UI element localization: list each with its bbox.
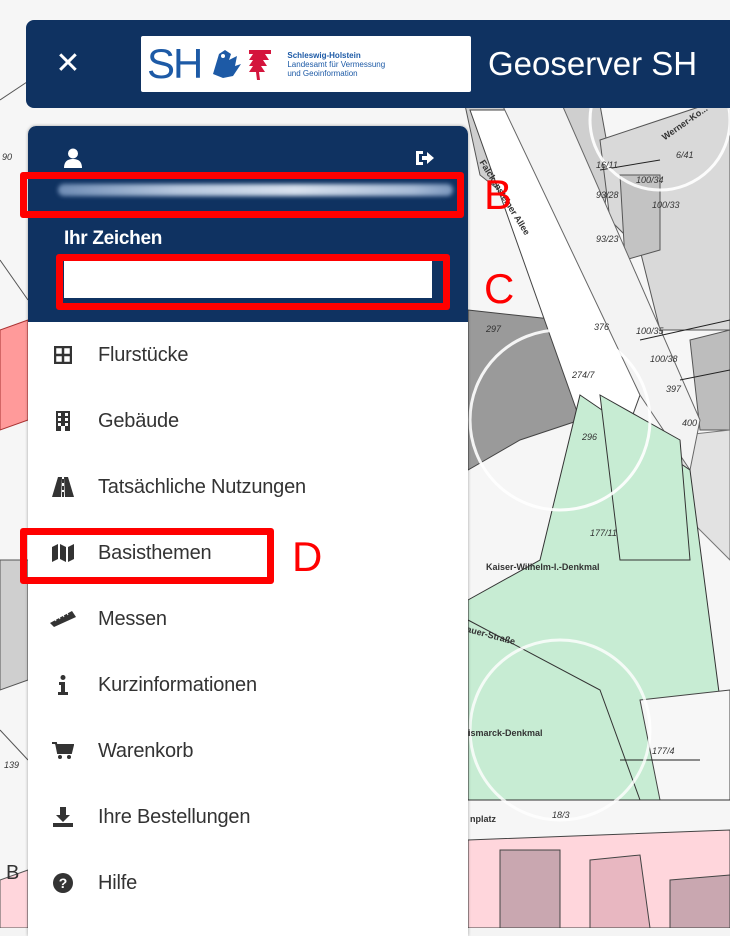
- logo-text-line: Schleswig-Holstein: [287, 50, 361, 60]
- logo-abbreviation: SH: [147, 40, 203, 87]
- annotation-label-c: C: [484, 265, 515, 312]
- map-street-label: nplatz: [470, 814, 496, 824]
- info-icon: [50, 674, 76, 696]
- annotation-label-d: D: [292, 533, 323, 580]
- sidebar-item-label: Messen: [98, 607, 167, 630]
- sidebar-item-nutzungen[interactable]: Tatsächliche Nutzungen: [28, 454, 468, 520]
- logo-text: Schleswig-Holstein Landesamt für Vermess…: [287, 51, 385, 78]
- download-icon: [50, 806, 76, 828]
- annotation-box-d: [20, 528, 274, 584]
- app-header: ✕ SH Schleswig-Holstein Landesamt für Ve…: [26, 20, 730, 108]
- user-icon: [64, 148, 82, 168]
- map-parcel-label: 296: [582, 432, 598, 442]
- sidebar-item-label: Hilfe: [98, 871, 138, 894]
- sidebar-item-label: Tatsächliche Nutzungen: [98, 475, 306, 498]
- annotation-box-b: [20, 172, 464, 218]
- map-parcel-label: 16/11: [596, 160, 618, 170]
- map-parcel-label: 177/11: [590, 528, 617, 538]
- map-parcel-label: 139: [4, 760, 20, 770]
- sidebar-item-flurstuecke[interactable]: Flurstücke: [28, 322, 468, 388]
- map-parcel-label: 18/3: [552, 810, 570, 820]
- map-poi-label: ismarck-Denkmal: [468, 728, 543, 738]
- building-icon: [50, 410, 76, 432]
- sidebar-item-hilfe[interactable]: ? Hilfe: [28, 850, 468, 916]
- zeichen-label: Ihr Zeichen: [64, 228, 163, 249]
- logo-text-line: und Geoinformation: [287, 68, 358, 78]
- road-icon: [50, 476, 76, 498]
- map-parcel-label: 93/28: [596, 190, 619, 200]
- sidebar-item-bestellungen[interactable]: Ihre Bestellungen: [28, 784, 468, 850]
- grid-icon: [50, 344, 76, 366]
- map-parcel-label: 100/34: [636, 175, 664, 185]
- map-parcel-label: 397: [666, 384, 682, 394]
- map-parcel-label: 100/38: [650, 354, 678, 364]
- svg-text:?: ?: [59, 875, 68, 891]
- map-parcel-label: 93/23: [596, 234, 619, 244]
- sidebar-item-messen[interactable]: Messen: [28, 586, 468, 652]
- sidebar-item-label: Warenkorb: [98, 739, 194, 762]
- map-parcel-label: 177/4: [652, 746, 675, 756]
- map-parcel-label: 100/33: [652, 200, 680, 210]
- logo: SH Schleswig-Holstein Landesamt für Verm…: [141, 36, 471, 92]
- coat-of-arms-icon: [213, 50, 272, 80]
- question-icon: ?: [50, 872, 76, 894]
- map-parcel-label: 90: [2, 152, 13, 162]
- sidebar-item-kurzinformationen[interactable]: Kurzinformationen: [28, 652, 468, 718]
- map-parcel-label: 100/35: [636, 326, 664, 336]
- annotation-label-b: B: [484, 171, 513, 218]
- sidebar-item-label: Ihre Bestellungen: [98, 805, 251, 828]
- app-title: Geoserver SH: [488, 45, 698, 82]
- map-parcel-label: 297: [486, 324, 502, 334]
- map-parcel-label: B: [6, 862, 20, 884]
- annotation-box-c: [56, 254, 450, 310]
- logo-text-line: Landesamt für Vermessung: [287, 59, 386, 69]
- sidebar-item-label: Kurzinformationen: [98, 673, 257, 696]
- sidebar-item-warenkorb[interactable]: Warenkorb: [28, 718, 468, 784]
- map-parcel-label: 274/7: [572, 370, 595, 380]
- logout-icon[interactable]: [414, 148, 434, 168]
- map-parcel-label: 400: [682, 418, 698, 428]
- sidebar-item-gebaeude[interactable]: Gebäude: [28, 388, 468, 454]
- map-parcel-label: 376: [594, 322, 610, 332]
- map-parcel-label: 6/41: [676, 150, 694, 160]
- ruler-icon: [50, 608, 76, 630]
- sidebar-item-label: Flurstücke: [98, 343, 189, 366]
- cart-icon: [50, 740, 76, 762]
- map-poi-label: Kaiser-Wilhelm-I.-Denkmal: [486, 562, 600, 572]
- close-icon[interactable]: ✕: [46, 42, 90, 86]
- sidebar-item-label: Gebäude: [98, 409, 179, 432]
